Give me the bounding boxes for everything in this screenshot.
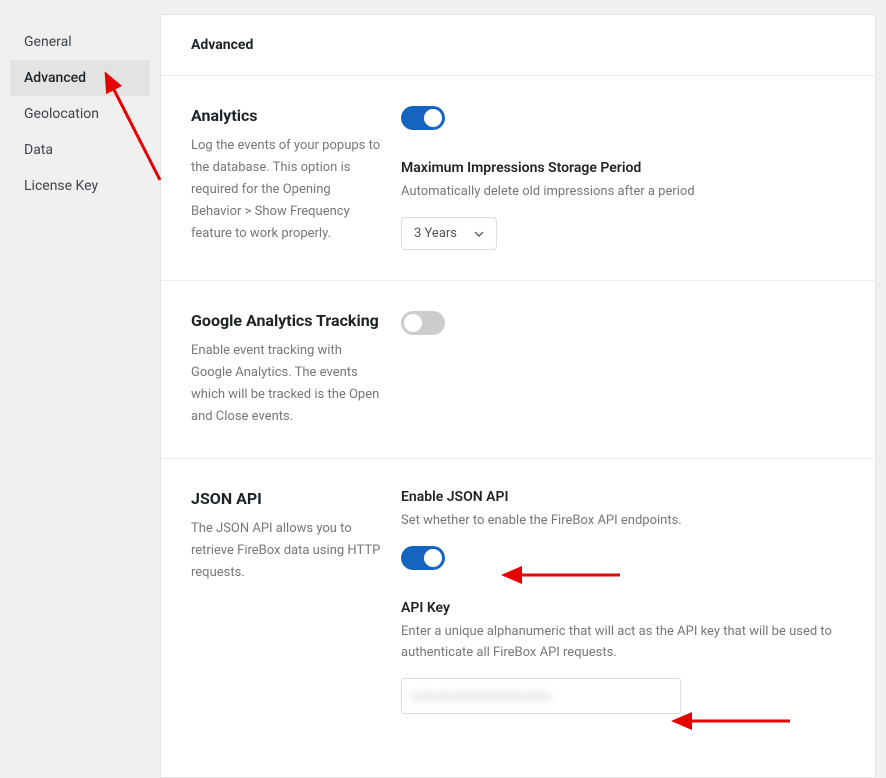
storage-period-select[interactable]: 3 Years [401, 217, 497, 250]
section-json-api: JSON API The JSON API allows you to retr… [161, 459, 875, 743]
storage-period-value: 3 Years [414, 226, 457, 241]
ga-desc: Enable event tracking with Google Analyt… [191, 340, 381, 428]
storage-period-label: Maximum Impressions Storage Period [401, 160, 845, 176]
sidebar: General Advanced Geolocation Data Licens… [10, 14, 150, 778]
storage-period-desc: Automatically delete old impressions aft… [401, 182, 845, 203]
analytics-toggle[interactable] [401, 106, 445, 130]
analytics-desc: Log the events of your popups to the dat… [191, 135, 381, 245]
sidebar-item-data[interactable]: Data [10, 132, 150, 168]
analytics-title: Analytics [191, 106, 381, 125]
jsonapi-desc: The JSON API allows you to retrieve Fire… [191, 518, 381, 584]
jsonapi-title: JSON API [191, 489, 381, 508]
sidebar-item-general[interactable]: General [10, 24, 150, 60]
main-panel: Advanced Analytics Log the events of you… [160, 14, 876, 778]
section-analytics: Analytics Log the events of your popups … [161, 76, 875, 281]
sidebar-item-geolocation[interactable]: Geolocation [10, 96, 150, 132]
ga-title: Google Analytics Tracking [191, 311, 381, 330]
main-header: Advanced [161, 15, 875, 76]
jsonapi-toggle[interactable] [401, 546, 445, 570]
chevron-down-icon [474, 226, 484, 241]
jsonapi-enable-desc: Set whether to enable the FireBox API en… [401, 511, 845, 532]
ga-toggle[interactable] [401, 311, 445, 335]
jsonapi-enable-label: Enable JSON API [401, 489, 845, 505]
sidebar-item-advanced[interactable]: Advanced [10, 60, 150, 96]
apikey-label: API Key [401, 600, 845, 616]
page-title: Advanced [191, 37, 845, 53]
sidebar-item-license-key[interactable]: License Key [10, 168, 150, 204]
apikey-desc: Enter a unique alphanumeric that will ac… [401, 622, 845, 664]
section-google-analytics: Google Analytics Tracking Enable event t… [161, 281, 875, 459]
apikey-input[interactable]: xxxxxxxxxxxxxxxxxxxx [401, 678, 681, 714]
